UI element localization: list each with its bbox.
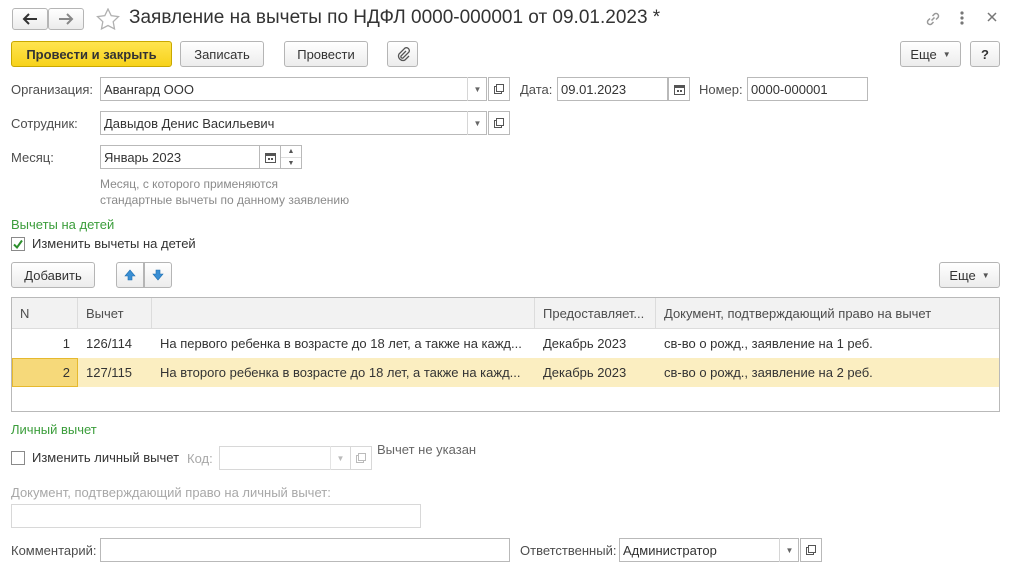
page-title: Заявление на вычеты по НДФЛ 0000-000001 … <box>129 7 661 28</box>
comment-field[interactable] <box>100 538 510 562</box>
forward-button[interactable] <box>48 8 84 30</box>
responsible-value: Администратор <box>623 542 717 558</box>
stepper-down-icon[interactable]: ▼ <box>281 158 301 169</box>
org-open-button[interactable] <box>488 77 510 101</box>
chevron-down-icon: ▼ <box>981 270 990 280</box>
children-more-label: Еще <box>949 267 976 283</box>
more-label: Еще <box>910 46 937 62</box>
row-code: 127/115 <box>86 365 133 380</box>
move-up-button[interactable] <box>116 262 144 288</box>
arrow-up-icon <box>124 269 136 281</box>
row-code: 126/114 <box>86 336 133 351</box>
row-doc: св-во о рожд., заявление на 2 реб. <box>664 365 873 380</box>
post-button[interactable]: Провести <box>284 41 368 67</box>
org-value: Авангард ООО <box>104 81 194 97</box>
post-and-close-button[interactable]: Провести и закрыть <box>11 41 172 67</box>
open-window-icon <box>356 453 366 463</box>
chevron-down-icon: ▼ <box>942 49 951 59</box>
employee-dropdown-icon[interactable]: ▼ <box>467 111 487 135</box>
close-icon[interactable] <box>986 11 998 26</box>
responsible-dropdown-icon[interactable]: ▼ <box>779 538 799 562</box>
open-window-icon <box>806 545 816 555</box>
code-dropdown-icon: ▼ <box>330 446 350 470</box>
row-period: Декабрь 2023 <box>543 336 627 351</box>
personal-doc-field <box>11 504 421 528</box>
number-value: 0000-000001 <box>751 81 828 97</box>
row-number: 1 <box>62 336 70 351</box>
date-field[interactable]: 09.01.2023 <box>557 77 668 101</box>
more-button[interactable]: Еще ▼ <box>900 41 961 67</box>
comment-label: Комментарий: <box>11 543 97 558</box>
children-section-title: Вычеты на детей <box>11 217 115 232</box>
employee-label: Сотрудник: <box>11 116 78 131</box>
date-label: Дата: <box>520 82 553 97</box>
help-button[interactable]: ? <box>970 41 1000 67</box>
open-window-icon <box>494 84 504 94</box>
org-label: Организация: <box>11 82 94 97</box>
employee-value: Давыдов Денис Васильевич <box>104 115 275 131</box>
paperclip-icon <box>397 47 410 62</box>
back-button[interactable] <box>12 8 48 30</box>
personal-section-title: Личный вычет <box>11 422 97 437</box>
deduction-not-set: Вычет не указан <box>377 442 477 457</box>
change-personal-label: Изменить личный вычет <box>32 450 180 465</box>
col-header-n[interactable]: N <box>12 298 78 328</box>
add-button[interactable]: Добавить <box>11 262 95 288</box>
open-window-icon <box>494 118 504 128</box>
col-header-code[interactable]: Вычет <box>78 298 152 328</box>
number-field[interactable]: 0000-000001 <box>747 77 868 101</box>
children-more-button[interactable]: Еще ▼ <box>939 262 1000 288</box>
stepper-up-icon[interactable]: ▲ <box>281 146 301 158</box>
change-children-checkbox[interactable]: Изменить вычеты на детей <box>11 236 196 251</box>
more-vert-icon[interactable] <box>958 9 966 30</box>
code-open-button <box>350 446 372 470</box>
arrow-right-icon <box>59 13 74 25</box>
number-label: Номер: <box>699 82 743 97</box>
month-field[interactable]: Январь 2023 <box>100 145 260 169</box>
code-label: Код: <box>187 451 213 466</box>
row-desc: На первого ребенка в возрасте до 18 лет,… <box>160 336 522 351</box>
employee-open-button[interactable] <box>488 111 510 135</box>
arrow-down-icon <box>152 269 164 281</box>
checkbox-unchecked-icon[interactable] <box>11 450 25 465</box>
month-hint-line-1: Месяц, с которого применяются <box>100 177 278 191</box>
org-field[interactable]: Авангард ООО <box>100 77 487 101</box>
org-dropdown-icon[interactable]: ▼ <box>467 77 487 101</box>
personal-doc-label: Документ, подтверждающий право на личный… <box>11 485 331 500</box>
col-header-period[interactable]: Предоставляет... <box>535 298 656 328</box>
responsible-label: Ответственный: <box>520 543 617 558</box>
responsible-open-button[interactable] <box>800 538 822 562</box>
month-value: Январь 2023 <box>104 149 182 165</box>
responsible-field[interactable]: Администратор <box>619 538 799 562</box>
row-period: Декабрь 2023 <box>543 365 627 380</box>
employee-field[interactable]: Давыдов Денис Васильевич <box>100 111 487 135</box>
attach-button[interactable] <box>387 41 418 67</box>
checkbox-checked-icon[interactable] <box>11 236 25 251</box>
col-header-doc[interactable]: Документ, подтверждающий право на вычет <box>656 298 999 328</box>
row-number: 2 <box>62 365 70 380</box>
arrow-left-icon <box>22 13 37 25</box>
date-value: 09.01.2023 <box>561 81 627 97</box>
row-desc: На второго ребенка в возрасте до 18 лет,… <box>160 365 521 380</box>
favorite-star-icon[interactable] <box>96 7 120 33</box>
save-button[interactable]: Записать <box>180 41 264 67</box>
calendar-icon[interactable] <box>668 77 690 101</box>
col-header-desc[interactable] <box>152 298 535 328</box>
change-children-label: Изменить вычеты на детей <box>32 236 196 251</box>
month-label: Месяц: <box>11 150 54 165</box>
link-icon[interactable] <box>924 10 942 31</box>
month-calendar-icon[interactable] <box>259 145 281 169</box>
move-down-button[interactable] <box>144 262 172 288</box>
month-hint-line-2: стандартные вычеты по данному заявлению <box>100 193 350 207</box>
change-personal-checkbox[interactable]: Изменить личный вычет <box>11 450 179 465</box>
row-doc: св-во о рожд., заявление на 1 реб. <box>664 336 873 351</box>
month-stepper[interactable]: ▲ ▼ <box>280 145 302 169</box>
